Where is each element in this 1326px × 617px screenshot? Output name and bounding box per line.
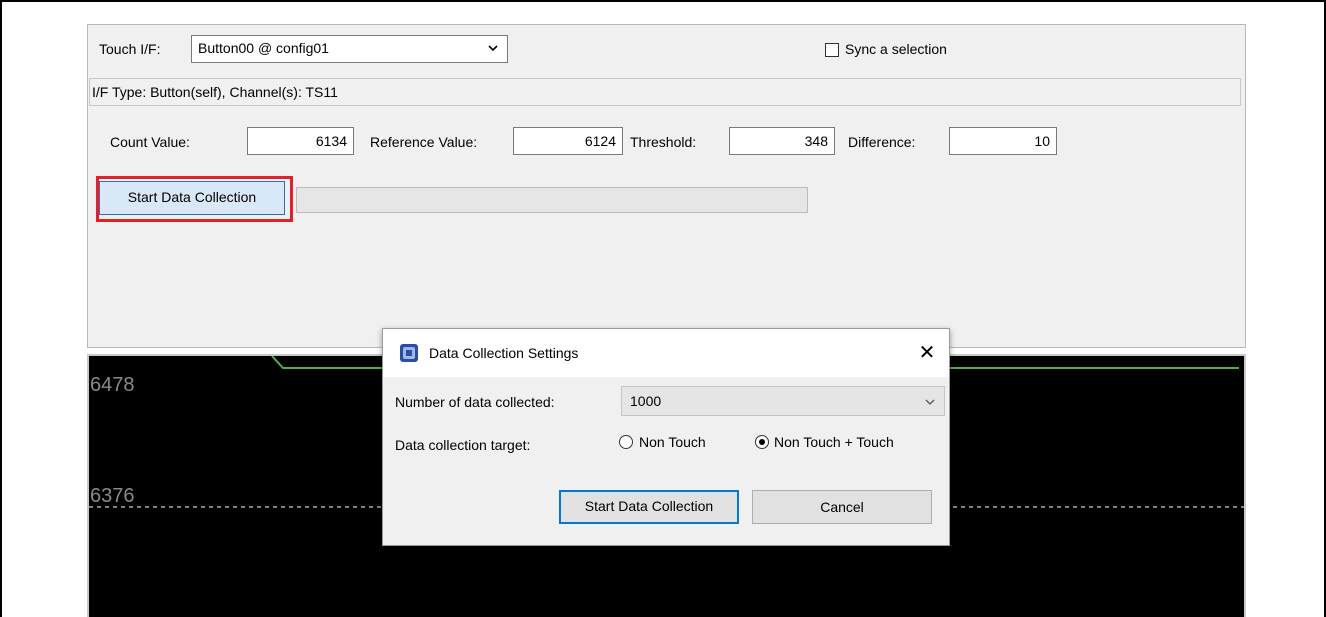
highlight-annotation	[96, 176, 293, 222]
sync-selection-checkbox[interactable]	[825, 43, 839, 57]
collection-progress-bar	[296, 187, 808, 213]
radio-non-touch-plus-touch-label: Non Touch + Touch	[774, 434, 894, 450]
count-value-label: Count Value:	[110, 134, 190, 150]
frame-left-border	[0, 0, 2, 617]
y-tick-label-mid: 6376	[90, 485, 135, 507]
number-of-data-label: Number of data collected:	[395, 394, 555, 410]
chevron-down-icon	[925, 399, 935, 405]
close-icon[interactable]: ✕	[913, 339, 941, 367]
reference-value-field: 6124	[513, 127, 623, 155]
data-collection-settings-dialog: Data Collection Settings ✕ Number of dat…	[382, 328, 950, 546]
threshold-label: Threshold:	[630, 134, 697, 150]
if-type-bar: I/F Type: Button(self), Channel(s): TS11	[89, 78, 1241, 106]
number-of-data-value: 1000	[630, 393, 662, 409]
radio-non-touch-label: Non Touch	[639, 434, 706, 450]
frame-top-border	[0, 0, 1326, 2]
touch-if-select[interactable]: Button00 @ config01	[191, 35, 508, 63]
dialog-cancel-button[interactable]: Cancel	[752, 490, 932, 524]
difference-field: 10	[949, 127, 1057, 155]
if-type-text: I/F Type: Button(self), Channel(s): TS11	[92, 84, 338, 100]
reference-value-label: Reference Value:	[370, 134, 478, 150]
touch-if-value: Button00 @ config01	[198, 40, 329, 56]
dialog-start-button[interactable]: Start Data Collection	[559, 490, 739, 524]
touch-if-label: Touch I/F:	[99, 41, 161, 57]
chevron-down-icon	[488, 45, 498, 52]
count-value-field: 6134	[247, 127, 354, 155]
dialog-titlebar: Data Collection Settings ✕	[383, 329, 949, 377]
number-of-data-select[interactable]: 1000	[621, 386, 945, 416]
radio-selected-dot	[759, 439, 765, 445]
radio-non-touch-plus-touch[interactable]	[755, 435, 769, 449]
dialog-title: Data Collection Settings	[429, 345, 579, 361]
collection-target-label: Data collection target:	[395, 437, 531, 453]
sync-selection-label: Sync a selection	[845, 41, 947, 57]
app-icon	[400, 344, 418, 362]
y-tick-label-top: 6478	[90, 374, 135, 396]
difference-label: Difference:	[848, 134, 916, 150]
radio-non-touch[interactable]	[619, 435, 633, 449]
threshold-field: 348	[729, 127, 835, 155]
